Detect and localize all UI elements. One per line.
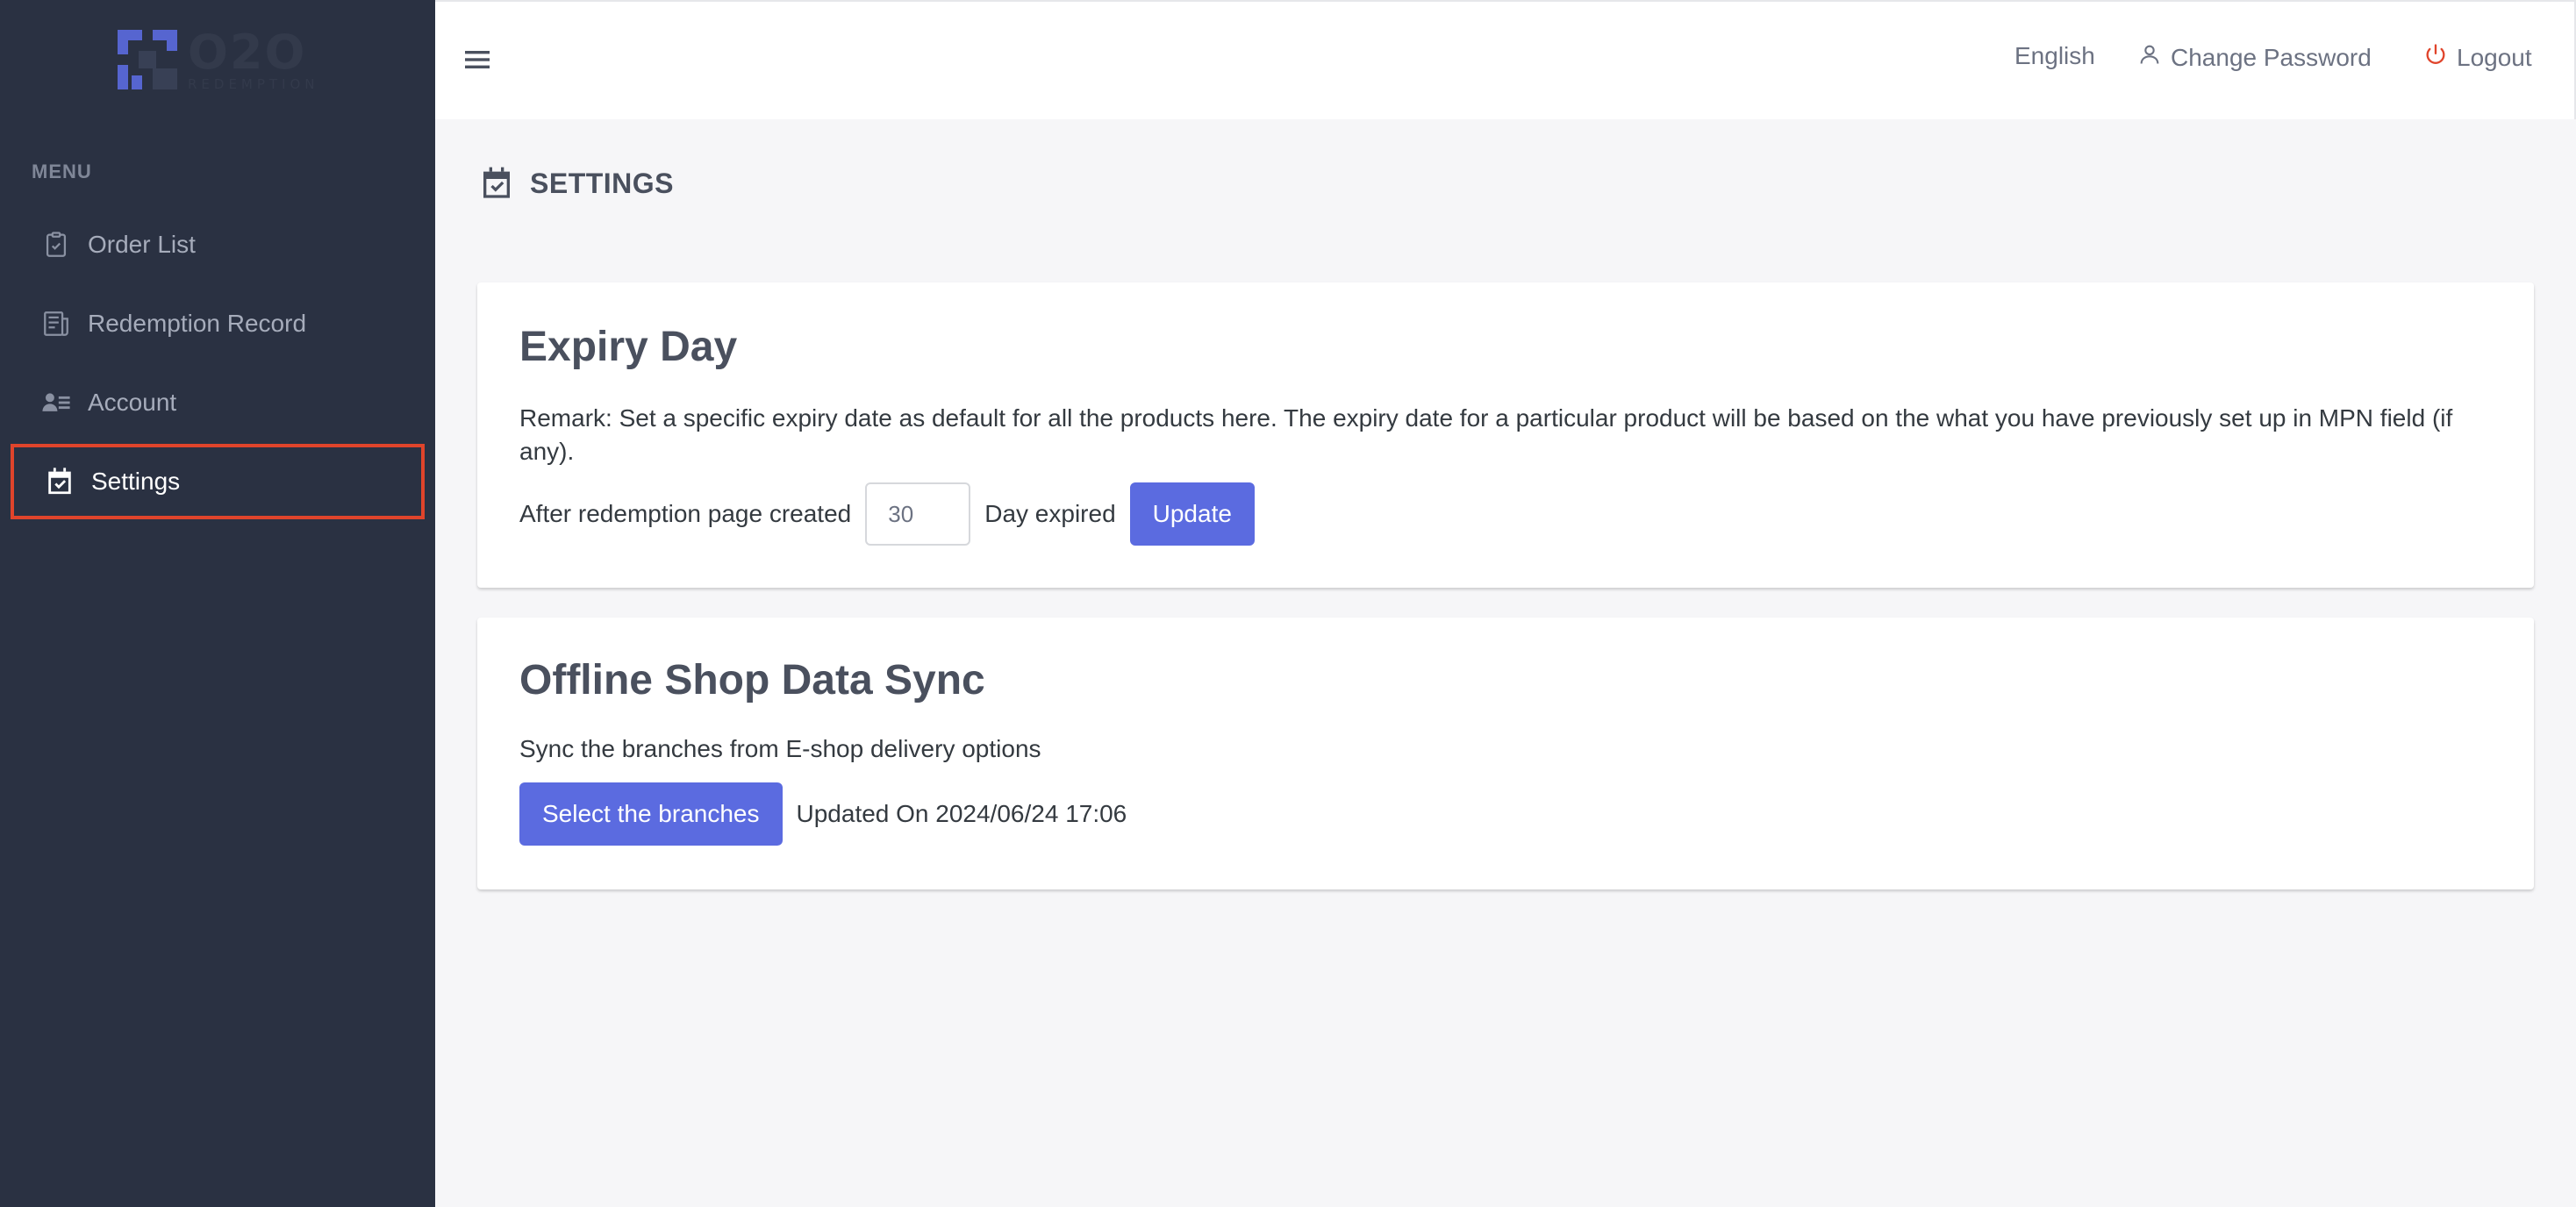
logo-text: O2O	[188, 25, 307, 80]
sidebar-item-label: Redemption Record	[88, 310, 307, 337]
expiry-prefix-label: After redemption page created	[519, 500, 852, 527]
sidebar-item-redemption-record[interactable]: Redemption Record	[11, 286, 425, 361]
menu-heading: MENU	[32, 161, 92, 182]
change-password-link[interactable]: Change Password	[2137, 42, 2372, 73]
page-heading: SETTINGS	[479, 165, 674, 202]
card-title: Expiry Day	[519, 324, 738, 370]
calendar-check-icon	[44, 466, 75, 497]
menu-toggle-icon[interactable]	[465, 44, 490, 75]
receipt-icon	[40, 308, 72, 339]
language-label: English	[2014, 42, 2095, 69]
expiry-form-row: After redemption page created Day expire…	[519, 482, 1255, 546]
page-title: SETTINGS	[530, 167, 675, 199]
user-list-icon	[40, 387, 72, 418]
sidebar-item-label: Order List	[88, 231, 196, 258]
expiry-remark: Remark: Set a specific expiry date as de…	[519, 404, 2453, 465]
user-icon	[2137, 42, 2162, 73]
language-selector[interactable]: English	[2014, 42, 2095, 70]
update-button[interactable]: Update	[1129, 482, 1255, 546]
logo-subtext: REDEMPTION	[188, 76, 319, 92]
expiry-suffix-label: Day expired	[984, 500, 1116, 527]
brand-logo[interactable]: O2O REDEMPTION	[114, 26, 316, 93]
sync-updated-timestamp: Updated On 2024/06/24 17:06	[796, 800, 1127, 827]
change-password-label: Change Password	[2171, 43, 2372, 71]
sync-action-row: Select the branches Updated On 2024/06/2…	[519, 782, 1127, 846]
sidebar-item-label: Settings	[91, 468, 181, 495]
top-bar: English Change Password Logout	[435, 0, 2576, 119]
expiry-day-card: Expiry Day Remark: Set a specific expiry…	[477, 282, 2534, 588]
sidebar-item-label: Account	[88, 389, 177, 416]
sidebar: O2O REDEMPTION MENU Order List Redemptio…	[0, 0, 435, 1207]
sync-description: Sync the branches from E-shop delivery o…	[519, 735, 1041, 762]
clipboard-check-icon	[40, 229, 72, 261]
logo-mark-icon	[114, 26, 181, 93]
logout-label: Logout	[2457, 43, 2532, 71]
sidebar-item-order-list[interactable]: Order List	[11, 207, 425, 282]
select-branches-button[interactable]: Select the branches	[519, 782, 783, 846]
calendar-check-icon	[479, 165, 514, 202]
logout-link[interactable]: Logout	[2423, 42, 2532, 73]
card-title: Offline Shop Data Sync	[519, 657, 985, 703]
power-icon	[2423, 42, 2448, 73]
sidebar-item-settings[interactable]: Settings	[11, 444, 425, 519]
logo-wordmark: O2O REDEMPTION	[188, 25, 319, 92]
expiry-days-input[interactable]	[865, 482, 971, 546]
sidebar-item-account[interactable]: Account	[11, 365, 425, 440]
offline-sync-card: Offline Shop Data Sync Sync the branches…	[477, 618, 2534, 889]
